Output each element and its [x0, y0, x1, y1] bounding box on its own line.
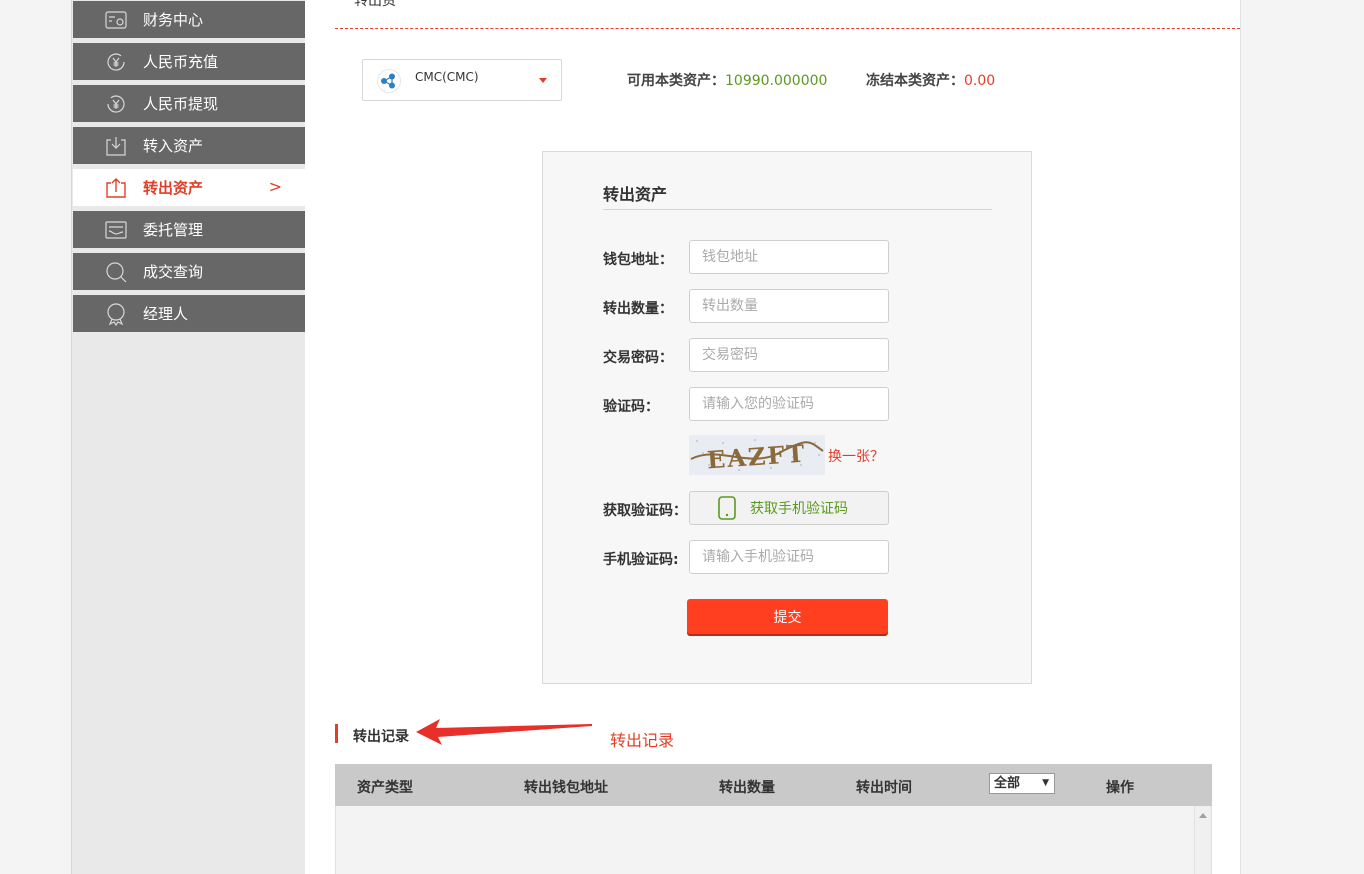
dropdown-arrow-icon: ▼ — [1042, 778, 1049, 788]
phone-code-label: 手机验证码: — [603, 552, 679, 568]
chevron-right-icon: > — [268, 177, 282, 196]
transfer-in-icon — [103, 133, 129, 159]
yuan-recharge-icon — [103, 49, 129, 75]
trade-password-label: 交易密码： — [603, 350, 673, 366]
available-assets: 可用本类资产：10990.000000 — [627, 70, 827, 90]
column-header: 操作 — [1106, 780, 1134, 796]
wallet-icon — [103, 7, 129, 33]
amount-input[interactable] — [689, 289, 889, 323]
wallet-address-input[interactable] — [689, 240, 889, 274]
records-annotation: 转出记录 — [610, 731, 675, 750]
manager-icon — [103, 301, 129, 327]
column-header: 资产类型 — [357, 780, 413, 796]
search-icon — [103, 259, 129, 285]
sidebar-item-label: 转入资产 — [143, 137, 204, 155]
sidebar-item-rmb-recharge[interactable]: 人民币充值 — [73, 43, 306, 80]
get-code-label: 获取验证码： — [603, 503, 687, 519]
sidebar-item-transfer-in[interactable]: 转入资产 — [73, 127, 306, 164]
transfer-out-icon — [103, 175, 129, 201]
transfer-out-form: 转出资产 钱包地址： 转出数量： 交易密码： 验证码： EAZFT 换一张？ 获… — [542, 151, 1032, 684]
get-sms-code-label: 获取手机验证码 — [750, 501, 848, 517]
captcha-image[interactable]: EAZFT — [689, 435, 825, 475]
ripple-coin-icon — [377, 69, 401, 93]
column-header: 转出数量 — [719, 780, 775, 796]
wallet-address-label: 钱包地址： — [603, 252, 673, 268]
trade-password-input[interactable] — [689, 338, 889, 372]
caret-down-icon — [539, 78, 547, 83]
phone-icon — [718, 496, 736, 520]
entrust-icon — [103, 217, 129, 243]
annotation-arrow-icon — [416, 719, 592, 745]
captcha-input[interactable] — [689, 387, 889, 421]
sidebar-item-manager[interactable]: 经理人 — [73, 295, 306, 332]
sidebar-item-label: 财务中心 — [143, 11, 204, 29]
yuan-withdraw-icon — [103, 91, 129, 117]
form-title: 转出资产 — [603, 185, 668, 204]
records-title: 转出记录 — [353, 729, 409, 745]
phone-code-input[interactable] — [689, 540, 889, 574]
sidebar-item-label: 委托管理 — [143, 221, 204, 239]
sidebar-item-entrust-management[interactable]: 委托管理 — [73, 211, 306, 248]
filter-value: 全部 — [994, 776, 1021, 791]
divider — [335, 28, 1240, 29]
frozen-assets: 冻结本类资产：0.00 — [866, 70, 995, 90]
amount-label: 转出数量： — [603, 301, 673, 317]
sidebar-item-label: 转出资产 — [143, 179, 204, 197]
scroll-up-icon[interactable] — [1199, 813, 1207, 818]
sidebar-item-rmb-withdraw[interactable]: 人民币提现 — [73, 85, 306, 122]
sidebar-item-label: 成交查询 — [143, 263, 204, 281]
page-title: 转出资 — [354, 0, 396, 9]
sidebar-item-finance-center[interactable]: 财务中心 — [73, 1, 306, 38]
sidebar-item-label: 人民币充值 — [143, 53, 219, 71]
coin-name: CMC(CMC) — [415, 70, 479, 84]
sidebar-item-label: 人民币提现 — [143, 95, 219, 113]
column-header: 转出钱包地址 — [524, 780, 608, 796]
sidebar: 财务中心 人民币充值 人民币提现 转入资产 转出资产 > 委托管理 成交查询 经… — [71, 0, 306, 874]
frozen-label: 冻结本类资产： — [866, 73, 964, 89]
records-accent-bar — [335, 724, 338, 743]
sidebar-item-trade-query[interactable]: 成交查询 — [73, 253, 306, 290]
records-table-header: 资产类型 转出钱包地址 转出数量 转出时间 全部 ▼ 操作 — [335, 764, 1212, 806]
scrollbar[interactable] — [1194, 806, 1211, 874]
captcha-refresh-link[interactable]: 换一张？ — [828, 446, 884, 466]
column-header: 转出时间 — [856, 780, 912, 796]
coin-select[interactable]: CMC(CMC) — [362, 59, 562, 101]
available-value: 10990.000000 — [725, 73, 828, 89]
sidebar-item-label: 经理人 — [143, 305, 189, 323]
available-label: 可用本类资产： — [627, 73, 725, 89]
form-divider — [603, 209, 992, 210]
submit-button[interactable]: 提交 — [687, 599, 888, 634]
status-filter-select[interactable]: 全部 ▼ — [989, 773, 1055, 794]
captcha-label: 验证码： — [603, 399, 659, 415]
sidebar-item-transfer-out[interactable]: 转出资产 > — [73, 169, 306, 206]
get-sms-code-button[interactable]: 获取手机验证码 — [689, 491, 889, 525]
records-table-body — [335, 806, 1212, 874]
frozen-value: 0.00 — [964, 73, 996, 89]
